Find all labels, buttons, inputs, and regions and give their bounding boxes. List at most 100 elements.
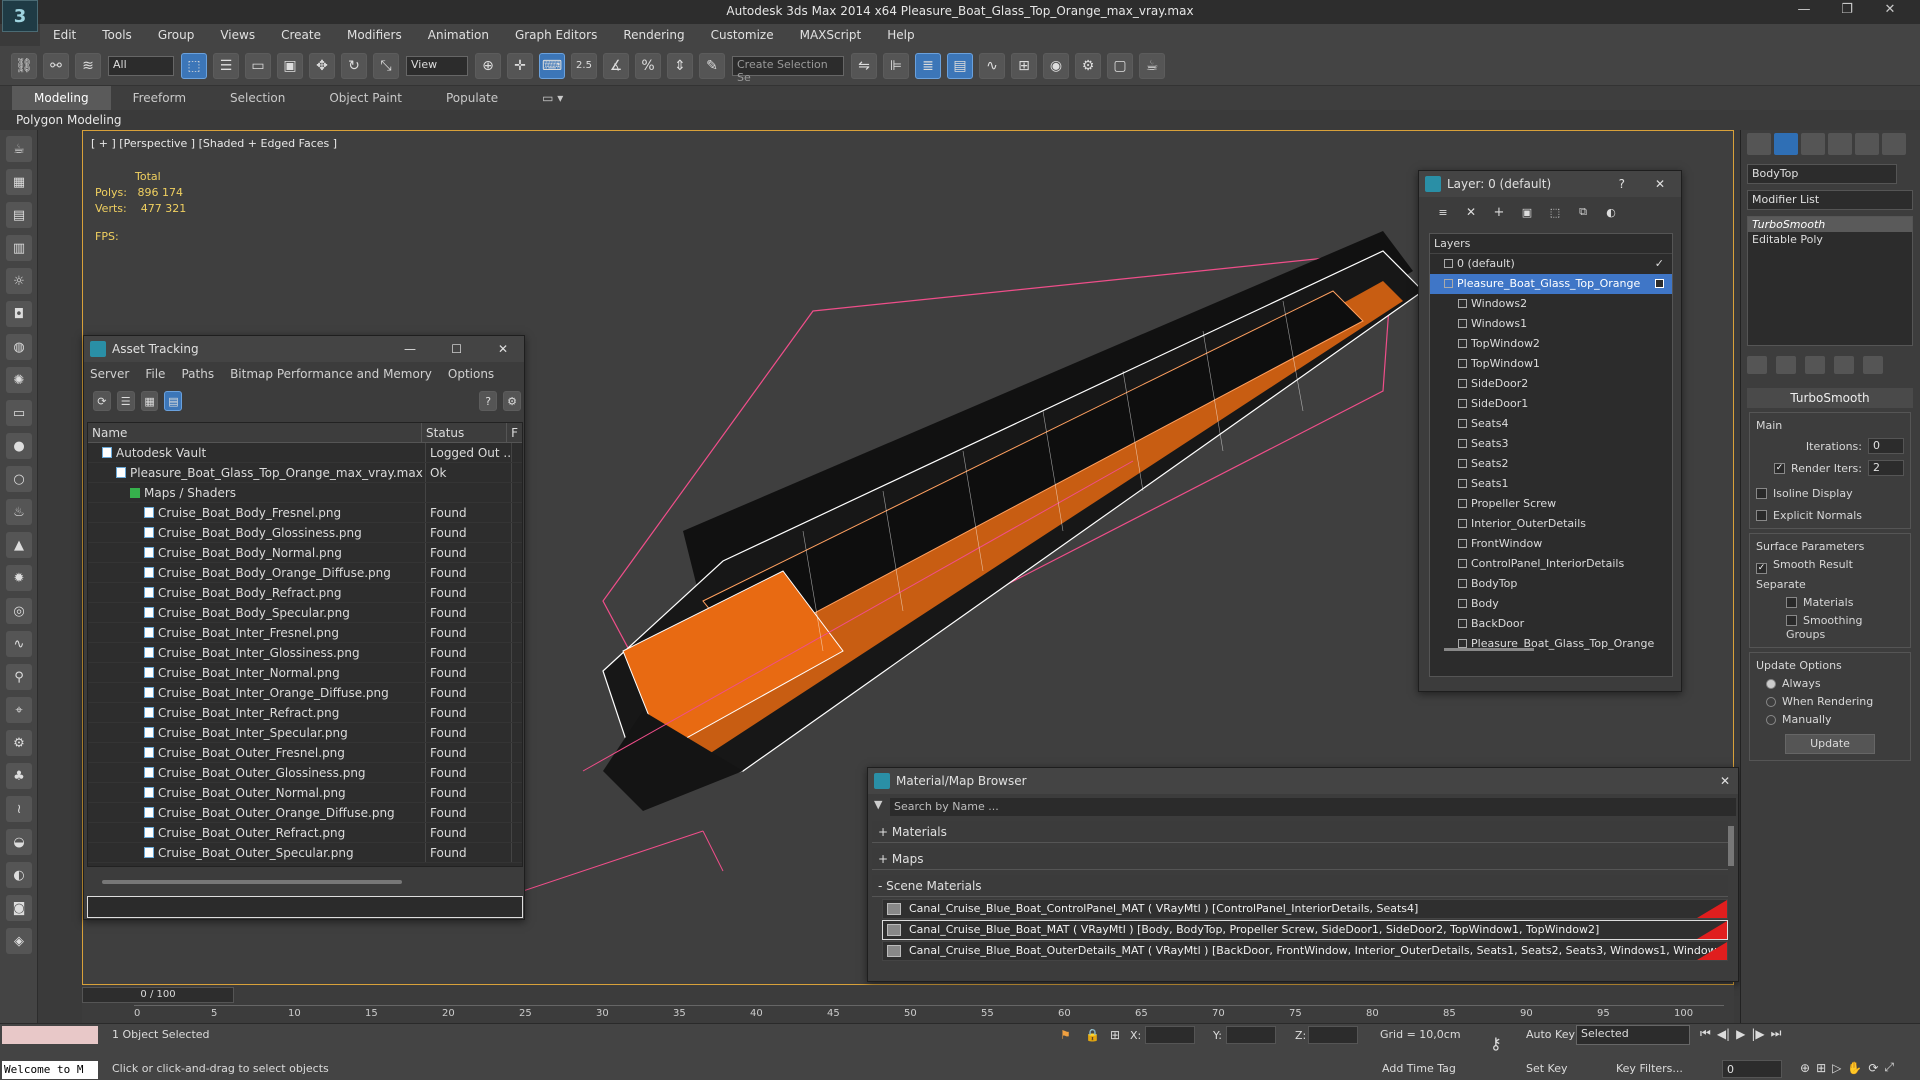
asset-row[interactable]: Cruise_Boat_Body_Fresnel.png Found (88, 503, 522, 523)
motion-tab-icon[interactable] (1828, 133, 1852, 155)
maximize-viewport-icon[interactable]: ⤢ (1884, 1060, 1894, 1075)
material-vscrollbar[interactable] (1728, 826, 1734, 866)
stack-item-turbosmooth[interactable]: TurboSmooth (1748, 217, 1912, 232)
ribbon-options-icon[interactable]: ▭ ▾ (520, 86, 585, 110)
camera-icon[interactable]: ◘ (6, 301, 32, 327)
menu-bitmap-performance[interactable]: Bitmap Performance and Memory (230, 367, 432, 381)
current-frame-field[interactable]: 0 (1722, 1060, 1782, 1078)
modifier-list-dropdown[interactable]: Modifier List (1747, 190, 1913, 210)
layer-item[interactable]: Seats3 (1430, 434, 1672, 454)
asset-hscrollbar[interactable] (102, 880, 402, 884)
menu-server[interactable]: Server (90, 367, 129, 381)
layer-explorer-icon[interactable]: ▤ (6, 202, 32, 228)
always-radio[interactable] (1766, 679, 1776, 689)
asset-row[interactable]: Cruise_Boat_Outer_Normal.png Found (88, 783, 522, 803)
remove-modifier-icon[interactable] (1834, 356, 1854, 374)
create-tab-icon[interactable] (1747, 133, 1771, 155)
close-icon[interactable]: ✕ (498, 336, 508, 362)
manually-radio[interactable] (1766, 715, 1776, 725)
key-mode-dropdown[interactable]: Selected (1576, 1025, 1690, 1045)
asset-row[interactable]: Cruise_Boat_Outer_Refract.png Found (88, 823, 522, 843)
menu-help[interactable]: Help (874, 24, 927, 46)
y-coord-field[interactable] (1226, 1026, 1276, 1044)
layer-item[interactable]: Windows2 (1430, 294, 1672, 314)
box-icon[interactable]: ▭ (6, 400, 32, 426)
close-icon[interactable]: ✕ (1655, 171, 1665, 197)
menu-animation[interactable]: Animation (415, 24, 502, 46)
tab-modeling[interactable]: Modeling (12, 86, 111, 110)
tab-selection[interactable]: Selection (208, 86, 307, 110)
pivot-center-icon[interactable]: ⊕ (475, 52, 501, 79)
curve-editor-icon[interactable]: ∿ (979, 52, 1005, 79)
spline-icon[interactable]: ∿ (6, 631, 32, 657)
next-frame-icon[interactable]: |▶ (1751, 1027, 1764, 1041)
list-view-icon[interactable]: ☰ (116, 391, 135, 411)
utilities-tab-icon[interactable] (1882, 133, 1906, 155)
layer-item[interactable]: Seats2 (1430, 454, 1672, 474)
selection-filter-dropdown[interactable]: All (108, 55, 174, 76)
asset-row[interactable]: Autodesk Vault Logged Out ... (88, 443, 522, 463)
materials-checkbox[interactable] (1786, 597, 1797, 608)
explicit-normals-checkbox[interactable] (1756, 510, 1767, 521)
asset-row[interactable]: Cruise_Boat_Inter_Glossiness.png Found (88, 643, 522, 663)
bone-icon[interactable]: ⚲ (6, 664, 32, 690)
table-icon[interactable]: ▥ (6, 235, 32, 261)
render-setup-icon[interactable]: ⚙ (1075, 52, 1101, 79)
play-icon[interactable]: ▶ (1736, 1027, 1745, 1041)
orbit-icon[interactable]: ⟳ (1868, 1061, 1878, 1075)
section-maps[interactable]: + Maps (872, 848, 1728, 870)
layer-item[interactable]: ControlPanel_InteriorDetails (1430, 554, 1672, 574)
select-manipulate-icon[interactable]: ✛ (507, 52, 533, 79)
mirror-icon[interactable]: ⇋ (851, 52, 877, 79)
material-row[interactable]: Canal_Cruise_Blue_Boat_MAT ( VRayMtl ) [… (882, 920, 1728, 940)
layer-help[interactable]: ? (1619, 171, 1625, 197)
asset-row[interactable]: Cruise_Boat_Inter_Orange_Diffuse.png Foun… (88, 683, 522, 703)
make-unique-icon[interactable] (1805, 356, 1825, 374)
asset-row[interactable]: Cruise_Boat_Body_Glossiness.png Found (88, 523, 522, 543)
asset-row[interactable]: Cruise_Boat_Outer_Specular.png Found (88, 843, 522, 863)
material-browser-titlebar[interactable]: Material/Map Browser ✕ (868, 768, 1738, 794)
gear-icon[interactable]: ⚙ (6, 730, 32, 756)
lock-icon[interactable]: 🔒 (1085, 1028, 1100, 1042)
app-logo[interactable]: 3 (2, 0, 38, 32)
x-coord-field[interactable] (1145, 1026, 1195, 1044)
refresh-icon[interactable]: ⟳ (93, 391, 111, 411)
select-by-name-icon[interactable]: ☰ (213, 52, 239, 79)
layer-item[interactable]: Seats4 (1430, 414, 1672, 434)
maximize-icon[interactable]: ☐ (451, 336, 462, 362)
asset-row[interactable]: Cruise_Boat_Inter_Fresnel.png Found (88, 623, 522, 643)
window-crossing-icon[interactable]: ▣ (277, 52, 303, 79)
layer-item[interactable]: Propeller Screw (1430, 494, 1672, 514)
named-selection-set-field[interactable]: Create Selection Se (732, 55, 844, 84)
layer-item[interactable]: BackDoor (1430, 614, 1672, 634)
layer-item[interactable]: FrontWindow (1430, 534, 1672, 554)
asset-row[interactable]: Cruise_Boat_Inter_Normal.png Found (88, 663, 522, 683)
edit-named-selection-icon[interactable]: ✎ (699, 52, 725, 79)
material-editor-icon[interactable]: ◉ (1043, 52, 1069, 79)
material-search-input[interactable]: Search by Name ... (890, 798, 1736, 816)
teapot-shape-icon[interactable]: ♨ (6, 499, 32, 525)
render-iters-spinner[interactable]: 2 (1868, 460, 1904, 476)
settings-icon[interactable]: ⚙ (503, 391, 521, 411)
maxscript-listener-field[interactable] (2, 1026, 98, 1044)
minimize-icon[interactable]: — (404, 336, 416, 362)
iterations-spinner[interactable]: 0 (1868, 438, 1904, 454)
link-icon[interactable]: ⛓ (11, 52, 37, 79)
render-production-icon[interactable]: ☕ (1139, 52, 1165, 79)
menu-customize[interactable]: Customize (698, 24, 787, 46)
show-end-result-icon[interactable] (1776, 356, 1796, 374)
hair-icon[interactable]: ≀ (6, 796, 32, 822)
asset-path-field[interactable] (87, 896, 523, 918)
geosphere-icon[interactable]: ○ (6, 466, 32, 492)
layer-manager-icon[interactable]: ≣ (915, 52, 941, 79)
rendered-frame-icon[interactable]: ▢ (1107, 52, 1133, 79)
stack-item-editable-poly[interactable]: Editable Poly (1748, 232, 1912, 247)
table-view-icon[interactable]: ▦ (140, 391, 159, 411)
menu-graph-editors[interactable]: Graph Editors (502, 24, 610, 46)
viewport-label[interactable]: [ + ] [Perspective ] [Shaded + Edged Fac… (91, 137, 337, 150)
hierarchy-tab-icon[interactable] (1801, 133, 1825, 155)
layer-item[interactable]: Interior_OuterDetails (1430, 514, 1672, 534)
when-rendering-radio[interactable] (1766, 697, 1776, 707)
close-icon[interactable]: ✕ (1720, 768, 1730, 794)
material-row[interactable]: Canal_Cruise_Blue_Boat_OuterDetails_MAT … (882, 941, 1728, 961)
